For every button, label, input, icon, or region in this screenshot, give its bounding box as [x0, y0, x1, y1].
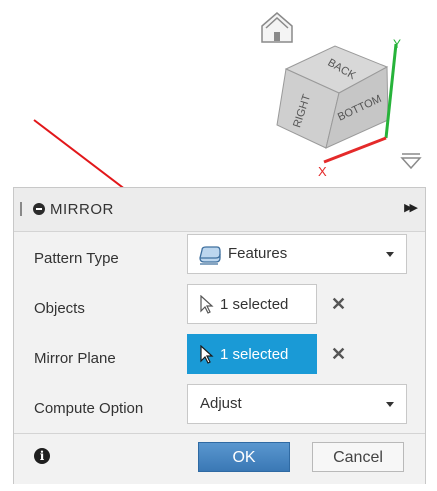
cursor-icon — [200, 345, 214, 364]
mirror-dialog: MIRROR ▶▶ Pattern Type Features Objects … — [13, 187, 426, 484]
compute-option-value: Adjust — [200, 395, 242, 412]
mirror-plane-selection-text: 1 selected — [220, 346, 289, 363]
objects-label: Objects — [34, 300, 85, 317]
collapse-icon[interactable] — [33, 203, 45, 215]
viewcube[interactable]: BACK RIGHT BOTTOM Y X — [276, 37, 422, 179]
chevron-down-icon — [386, 402, 394, 407]
compute-option-label: Compute Option — [34, 400, 144, 417]
dialog-footer: i OK Cancel — [14, 433, 425, 484]
drag-handle[interactable] — [20, 202, 22, 216]
chevron-down-icon — [386, 252, 394, 257]
compute-option-row: Compute Option Adjust — [14, 384, 425, 434]
pattern-type-label: Pattern Type — [34, 250, 119, 267]
pattern-type-row: Pattern Type Features — [14, 234, 425, 284]
objects-row: Objects 1 selected ✕ — [14, 284, 425, 334]
features-icon — [199, 246, 221, 265]
pattern-type-dropdown[interactable]: Features — [187, 234, 407, 274]
dialog-header[interactable]: MIRROR ▶▶ — [14, 188, 425, 232]
cancel-button[interactable]: Cancel — [312, 442, 404, 472]
ok-button[interactable]: OK — [198, 442, 290, 472]
clear-mirror-plane-icon[interactable]: ✕ — [331, 344, 346, 365]
home-icon[interactable] — [261, 12, 293, 43]
compute-option-dropdown[interactable]: Adjust — [187, 384, 407, 424]
pattern-type-value: Features — [228, 245, 288, 262]
objects-selection-text: 1 selected — [220, 296, 289, 313]
mirror-plane-selection-button[interactable]: 1 selected — [187, 334, 317, 374]
viewcube-menu-icon[interactable] — [400, 157, 422, 170]
clear-objects-icon[interactable]: ✕ — [331, 294, 346, 315]
mirror-plane-row: Mirror Plane 1 selected ✕ — [14, 334, 425, 384]
dialog-title: MIRROR — [50, 201, 114, 218]
x-axis-label: X — [318, 164, 327, 179]
objects-selection-button[interactable]: 1 selected — [187, 284, 317, 324]
y-axis-label: Y — [393, 37, 401, 51]
cursor-icon — [200, 295, 214, 314]
info-icon[interactable]: i — [34, 448, 50, 464]
mirror-plane-label: Mirror Plane — [34, 350, 116, 367]
expand-icon[interactable]: ▶▶ — [404, 201, 418, 214]
